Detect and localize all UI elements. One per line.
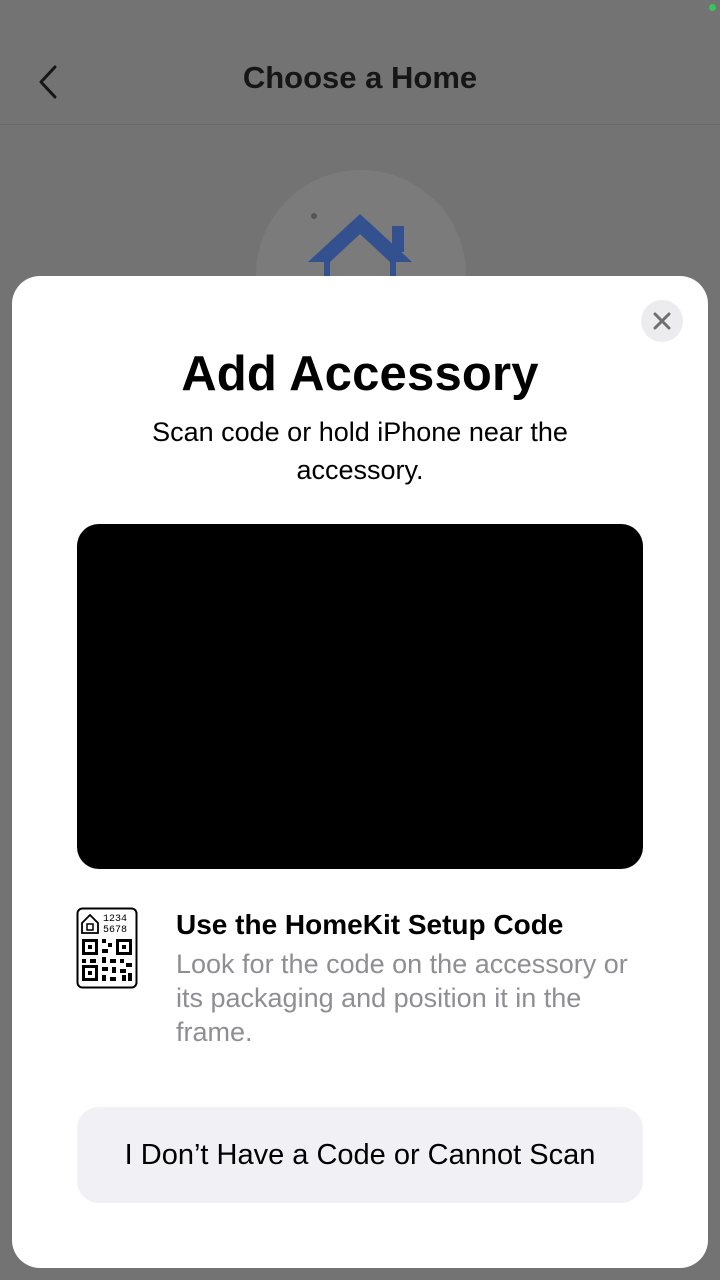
code-line-2: 5678 bbox=[103, 925, 127, 936]
sheet-subtitle: Scan code or hold iPhone near the access… bbox=[152, 417, 568, 485]
add-accessory-sheet: Add Accessory Scan code or hold iPhone n… bbox=[12, 276, 708, 1268]
code-line-1: 1234 bbox=[103, 914, 127, 925]
sheet-title: Add Accessory bbox=[181, 347, 539, 401]
close-icon bbox=[653, 312, 671, 330]
homekit-code-icon: 1234 5678 bbox=[76, 907, 138, 989]
camera-scanner-viewfinder bbox=[77, 524, 643, 869]
setup-code-description: Look for the code on the accessory or it… bbox=[176, 949, 628, 1047]
page-title: Choose a Home bbox=[242, 60, 478, 95]
no-code-button[interactable]: I Don’t Have a Code or Cannot Scan bbox=[77, 1107, 643, 1203]
setup-code-title: Use the HomeKit Setup Code bbox=[176, 909, 564, 940]
navigation-bar: Choose a Home bbox=[0, 0, 720, 125]
close-button[interactable] bbox=[641, 300, 683, 342]
